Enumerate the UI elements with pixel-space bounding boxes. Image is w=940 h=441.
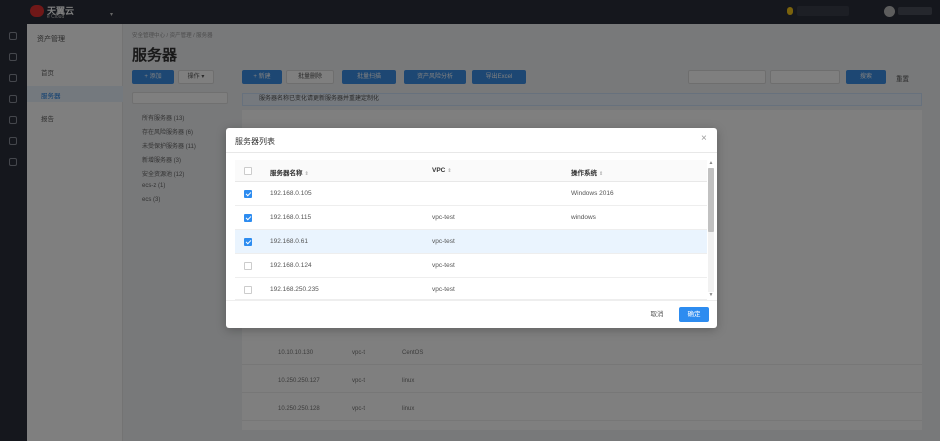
row-checkbox[interactable] bbox=[244, 214, 252, 222]
row-checkbox[interactable] bbox=[244, 286, 252, 294]
column-header-name[interactable]: 服务器名称 ⇕ bbox=[270, 167, 309, 177]
server-name-cell: 192.168.250.235 bbox=[270, 286, 319, 293]
column-header-label: 服务器名称 bbox=[270, 170, 303, 177]
table-row[interactable]: 192.168.0.105 Windows 2016 bbox=[235, 182, 707, 206]
close-icon[interactable]: × bbox=[701, 133, 707, 144]
divider bbox=[226, 152, 717, 153]
row-checkbox[interactable] bbox=[244, 190, 252, 198]
vpc-cell: vpc-test bbox=[432, 262, 455, 269]
server-name-cell: 192.168.0.105 bbox=[270, 190, 312, 197]
os-cell: windows bbox=[571, 214, 596, 221]
table-row[interactable]: 192.168.0.124 vpc-test bbox=[235, 254, 707, 278]
scroll-thumb[interactable] bbox=[708, 168, 714, 232]
column-header-label: VPC bbox=[432, 167, 446, 174]
sort-icon[interactable]: ⇕ bbox=[305, 171, 309, 177]
server-list-dialog: 服务器列表 × 服务器名称 ⇕ VPC ⇕ 操作系统 ⇕ 192.168.0.105 … bbox=[226, 128, 717, 328]
column-header-os[interactable]: 操作系统 ⇕ bbox=[571, 167, 603, 177]
select-all-checkbox[interactable] bbox=[244, 167, 252, 175]
os-cell: Windows 2016 bbox=[571, 190, 614, 197]
sort-icon[interactable]: ⇕ bbox=[447, 168, 451, 174]
cancel-button[interactable]: 取消 bbox=[644, 307, 670, 322]
server-name-cell: 192.168.0.124 bbox=[270, 262, 312, 269]
confirm-button[interactable]: 确定 bbox=[679, 307, 709, 322]
column-header-vpc[interactable]: VPC ⇕ bbox=[432, 167, 452, 174]
table-row[interactable]: 192.168.0.61 vpc-test bbox=[235, 230, 707, 254]
scroll-down-icon[interactable]: ▼ bbox=[708, 292, 714, 298]
dialog-title: 服务器列表 bbox=[235, 137, 275, 146]
column-header-label: 操作系统 bbox=[571, 170, 597, 177]
vpc-cell: vpc-test bbox=[432, 214, 455, 221]
divider bbox=[226, 300, 717, 301]
sort-icon[interactable]: ⇕ bbox=[599, 171, 603, 177]
table-scrollbar[interactable]: ▲ ▼ bbox=[708, 160, 714, 300]
server-name-cell: 192.168.0.61 bbox=[270, 238, 308, 245]
table-row[interactable]: 192.168.0.115 vpc-test windows bbox=[235, 206, 707, 230]
vpc-cell: vpc-test bbox=[432, 238, 455, 245]
server-name-cell: 192.168.0.115 bbox=[270, 214, 312, 221]
table-row[interactable]: 192.168.250.235 vpc-test bbox=[235, 278, 707, 300]
row-checkbox[interactable] bbox=[244, 238, 252, 246]
table-header: 服务器名称 ⇕ VPC ⇕ 操作系统 ⇕ bbox=[235, 160, 707, 182]
row-checkbox[interactable] bbox=[244, 262, 252, 270]
scroll-up-icon[interactable]: ▲ bbox=[708, 160, 714, 166]
vpc-cell: vpc-test bbox=[432, 286, 455, 293]
